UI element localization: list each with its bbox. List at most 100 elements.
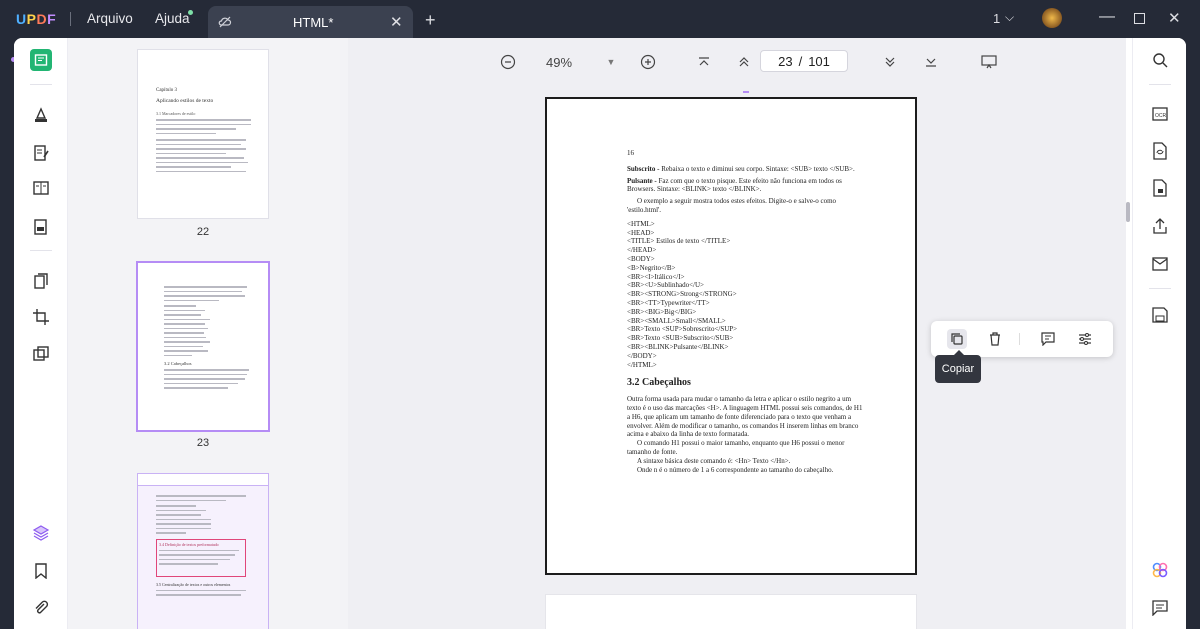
thumb-section: 3.2 Cabeçalhos <box>164 361 192 366</box>
app-logo[interactable]: UPDF <box>16 11 56 27</box>
edit-text-icon[interactable] <box>30 142 52 164</box>
page-thumbnail-23[interactable]: 3.2 Cabeçalhos <box>138 263 268 430</box>
share-icon[interactable] <box>1149 215 1171 237</box>
comment-icon[interactable] <box>1038 329 1058 349</box>
close-window-icon[interactable]: ✕ <box>1168 9 1181 27</box>
zoom-dropdown-icon[interactable]: ▼ <box>604 52 618 72</box>
zoom-in-icon[interactable] <box>638 52 658 72</box>
paragraph: Onde n é o número de 1 a 6 correspondent… <box>637 465 834 474</box>
code-line: <BR>Texto <SUP>Sobrescrito</SUP> <box>627 325 738 334</box>
page-thumbnail-24[interactable]: 3.4 Definição de textos preformatado 3.5… <box>138 474 268 629</box>
scrollbar-thumb[interactable] <box>1126 202 1130 222</box>
new-tab-icon[interactable]: + <box>425 10 436 31</box>
paragraph-text: Rebaixa o texto e diminui seu corpo. Sin… <box>661 164 855 173</box>
current-page-input[interactable]: 23 <box>778 54 792 69</box>
notification-dot <box>188 10 193 15</box>
rail-divider <box>1149 84 1171 85</box>
thumb-heading: Aplicando estilos de texto <box>156 98 214 104</box>
protect-icon[interactable] <box>1149 177 1171 199</box>
ocr-icon[interactable]: OCR <box>1149 103 1171 125</box>
tab-title: HTML* <box>293 15 334 30</box>
rail-divider <box>30 250 52 251</box>
copy-icon[interactable] <box>947 329 967 349</box>
layers-tool-icon[interactable] <box>30 343 52 365</box>
page-separator: / <box>798 53 803 69</box>
code-line: <BR><STRONG>Strong</STRONG> <box>627 290 737 299</box>
delete-icon[interactable] <box>985 329 1005 349</box>
document-tab[interactable]: HTML* ✕ <box>208 6 413 38</box>
code-line: <TITLE> Estilos de texto </TITLE> <box>627 237 731 246</box>
zoom-level[interactable]: 49% <box>544 52 574 72</box>
left-toolbar <box>14 38 68 629</box>
reader-mode-icon[interactable] <box>30 49 52 71</box>
code-line: <BR><I>Itálico</I> <box>627 272 685 281</box>
bookmark-icon[interactable] <box>30 560 52 582</box>
code-line: <HTML> <box>627 219 655 228</box>
page-thumbnail-22[interactable]: Capítulo 3 Aplicando estilos de texto 3.… <box>138 50 268 218</box>
cloud-off-icon <box>218 16 232 28</box>
next-page-icon[interactable] <box>880 52 900 72</box>
total-pages: 101 <box>808 53 830 69</box>
minimize-icon[interactable]: — <box>1099 8 1115 26</box>
paragraph: O comando H1 possui o maior tamanho, enq… <box>627 439 845 456</box>
next-pdf-page[interactable] <box>545 594 917 629</box>
attachment-icon[interactable] <box>30 597 52 619</box>
thumb-label-22: 22 <box>196 226 210 238</box>
crop-icon[interactable] <box>30 306 52 328</box>
form-icon[interactable] <box>30 177 52 199</box>
pdf-page[interactable]: 16 Subscrito - Rebaixa o texto e diminui… <box>545 97 917 575</box>
comments-panel-icon[interactable] <box>1149 597 1171 619</box>
title-bar: UPDF Arquivo Ajuda HTML* ✕ + 1 ⌵ — ✕ <box>0 0 1200 38</box>
code-line: <BR>Texto <SUB>Subscrito</SUB> <box>627 334 734 343</box>
thumb-section: 3.1 Marcadores de estilo <box>156 111 196 116</box>
term: Subscrito - <box>627 164 660 173</box>
paragraph: Subscrito - Rebaixa o texto e diminui se… <box>627 165 865 174</box>
presentation-icon[interactable] <box>979 52 999 72</box>
code-line: <BR><U>Sublinhado</U> <box>627 281 704 290</box>
properties-icon[interactable] <box>1075 329 1095 349</box>
app-frame: Capítulo 3 Aplicando estilos de texto 3.… <box>14 38 1186 629</box>
code-line: <BODY> <box>627 254 655 263</box>
thumb-label-23: 23 <box>196 437 210 449</box>
thumb-section: 3.4 Definição de textos preformatado <box>159 541 219 547</box>
ai-assistant-icon[interactable] <box>1149 559 1171 581</box>
section-heading: 3.2 Cabeçalhos <box>627 377 691 389</box>
thumb-section-2: 3.5 Centralização de textos e outros ele… <box>156 581 231 587</box>
code-line: <BR><BIG>Big</BIG> <box>627 307 697 316</box>
right-toolbar: OCR <box>1132 38 1186 629</box>
code-line: <BR><BLINK>Pulsante</BLINK> <box>627 342 729 351</box>
highlighter-icon[interactable] <box>30 104 52 126</box>
email-icon[interactable] <box>1149 253 1171 275</box>
first-page-icon[interactable] <box>694 52 714 72</box>
page-count-label[interactable]: 1 <box>993 11 1000 26</box>
svg-text:OCR: OCR <box>1155 113 1167 119</box>
save-icon[interactable] <box>1149 304 1171 326</box>
page-navigator[interactable]: 23 / 101 <box>760 50 848 72</box>
search-icon[interactable] <box>1149 49 1171 71</box>
fill-sign-icon[interactable] <box>30 216 52 238</box>
rail-divider <box>30 84 52 85</box>
title-divider <box>70 12 71 26</box>
layers-icon[interactable] <box>30 522 52 544</box>
convert-icon[interactable] <box>1149 140 1171 162</box>
code-line: </HEAD> <box>627 246 657 255</box>
code-block: <HTML> <HEAD> <TITLE> Estilos de texto <… <box>627 220 865 370</box>
zoom-out-icon[interactable] <box>498 52 518 72</box>
page-marker <box>743 91 749 93</box>
previous-page-icon[interactable] <box>734 52 754 72</box>
thumbnail-panel: Capítulo 3 Aplicando estilos de texto 3.… <box>68 38 348 629</box>
code-line: <HEAD> <box>627 228 655 237</box>
last-page-icon[interactable] <box>921 52 941 72</box>
term: Pulsante - <box>627 176 657 185</box>
page-number: 16 <box>627 149 634 157</box>
menu-help[interactable]: Ajuda <box>155 11 190 26</box>
avatar[interactable] <box>1042 8 1062 28</box>
paragraph-text: Faz com que o texto pisque. Este efeito … <box>627 176 842 194</box>
organize-pages-icon[interactable] <box>30 270 52 292</box>
chevron-down-icon[interactable]: ⌵ <box>1005 10 1014 25</box>
menu-file[interactable]: Arquivo <box>87 11 133 26</box>
maximize-icon[interactable] <box>1134 13 1145 24</box>
code-line: </HTML> <box>627 360 657 369</box>
toolbar-divider <box>1019 333 1020 345</box>
close-tab-icon[interactable]: ✕ <box>390 13 403 31</box>
